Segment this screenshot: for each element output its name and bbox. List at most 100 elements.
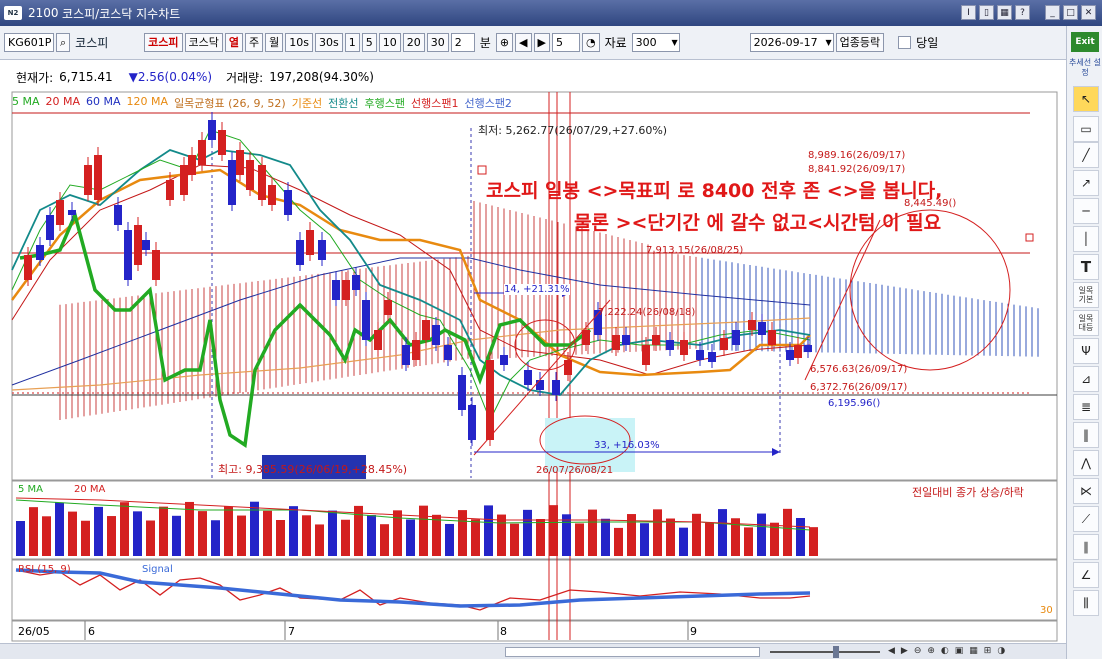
- annotation-line2[interactable]: 물론 ><단기간 에 갈수 없고<시간텀 이 필요: [574, 208, 941, 235]
- drawing-toolbar: Exit 추세선 설정 ↖ ▭ ╱ ↗ ─ │ T 일목 기본 일목 대등 Ψ …: [1066, 26, 1102, 659]
- fibonacci-retracement-icon[interactable]: ≣: [1073, 394, 1099, 420]
- horizontal-scrollbar[interactable]: [505, 647, 760, 657]
- period-week[interactable]: 주: [245, 33, 264, 52]
- period-10[interactable]: 10: [378, 33, 401, 52]
- rsi-legend: RSI (15, 9): [18, 564, 71, 575]
- eraser-icon[interactable]: ▭: [1073, 116, 1099, 142]
- legend-chikou[interactable]: 후행스팬: [364, 95, 404, 111]
- ilmok-equal-icon[interactable]: 일목 대등: [1073, 310, 1099, 336]
- period-30s[interactable]: 30s: [315, 33, 343, 52]
- low-label: 최저: 5,262.77(26/07/29,+27.60%): [478, 124, 668, 137]
- annotation-line1[interactable]: 코스피 일봉 <>목표피 로 8400 전후 존 <>을 봅니다,: [486, 176, 942, 203]
- text-icon[interactable]: T: [1073, 254, 1099, 280]
- period-5[interactable]: 5: [361, 33, 377, 52]
- price-label-1: 8,989.16(26/09/17): [808, 150, 906, 161]
- period-unit: 분: [479, 36, 491, 50]
- date-select[interactable]: 2026-09-17: [749, 33, 834, 52]
- rsi-level: 30: [1040, 605, 1053, 616]
- data-count-select[interactable]: 300: [631, 33, 680, 52]
- index-name: 코스피: [75, 36, 109, 50]
- next-icon[interactable]: ▶: [533, 33, 550, 52]
- price-label-2: 8,841.92(26/09/17): [808, 164, 906, 175]
- legend-ma5[interactable]: 5 MA: [12, 95, 40, 111]
- gann-grid-icon[interactable]: ⋉: [1073, 478, 1099, 504]
- fibonacci-fan-icon[interactable]: ⊿: [1073, 366, 1099, 392]
- app-logo: N2: [4, 6, 22, 20]
- stock-chart[interactable]: [0, 60, 1066, 643]
- extended-line-icon[interactable]: ↗: [1073, 170, 1099, 196]
- volume-legend-20: 20 MA: [74, 484, 106, 495]
- kosdaq-button[interactable]: 코스닥: [184, 33, 223, 52]
- price-label-3: 8,445.49(): [904, 198, 957, 209]
- step-input[interactable]: 5: [551, 33, 580, 52]
- horizontal-line-icon[interactable]: ─: [1073, 198, 1099, 224]
- toolbar: KG601P ⌕ 코스피 코스피 코스닥 열 주 월 10s 30s 1 5 1…: [0, 26, 1066, 60]
- xaxis-label-0: 26/05: [18, 625, 50, 638]
- volume-legend-5: 5 MA: [18, 484, 44, 495]
- bottom-buttons[interactable]: ◀▶⊖⊕◐▣▦⊞◑: [888, 646, 1011, 656]
- period-input[interactable]: 2: [450, 33, 475, 52]
- chart-icon[interactable]: ▯: [979, 5, 994, 20]
- kospi-button[interactable]: 코스피: [144, 33, 183, 52]
- data-label: 자료: [604, 36, 627, 50]
- xaxis-label-2: 7: [288, 625, 295, 638]
- period-month[interactable]: 월: [265, 33, 284, 52]
- period-30[interactable]: 30: [426, 33, 449, 52]
- help-icon[interactable]: ?: [1015, 5, 1030, 20]
- price-label-6: 6,576.63(26/09/17): [810, 364, 908, 375]
- pointer-icon[interactable]: ↖: [1073, 86, 1099, 112]
- maximize-button[interactable]: □: [1063, 5, 1078, 20]
- today-label: 당일: [916, 36, 939, 50]
- price-label-7: 6,372.76(26/09/17): [810, 382, 908, 393]
- xaxis-label-3: 8: [500, 625, 507, 638]
- time-zone-icon[interactable]: ‖: [1073, 422, 1099, 448]
- close-button[interactable]: ✕: [1081, 5, 1096, 20]
- link-icon[interactable]: Ⅰ: [961, 5, 976, 20]
- ilmok-basic-icon[interactable]: 일목 기본: [1073, 282, 1099, 308]
- clock-icon[interactable]: ◔: [581, 33, 600, 52]
- vertical-line-icon[interactable]: │: [1073, 226, 1099, 252]
- cycle-icon[interactable]: ⫼: [1073, 590, 1099, 616]
- legend-kijun[interactable]: 기준선: [292, 95, 322, 111]
- legend-tenkan[interactable]: 전환선: [328, 95, 358, 111]
- trend-setting[interactable]: 추세선 설정: [1069, 58, 1101, 78]
- period-20[interactable]: 20: [402, 33, 425, 52]
- legend-span1[interactable]: 선행스팬1: [411, 95, 458, 111]
- trendline-icon[interactable]: ╱: [1073, 142, 1099, 168]
- minimize-button[interactable]: _: [1045, 5, 1060, 20]
- date-label: 26/07/26/08/21: [536, 465, 614, 476]
- sector-button[interactable]: 업종등락: [835, 33, 885, 52]
- code-input[interactable]: KG601P: [4, 33, 54, 52]
- price-label-4: 7,913.15(26/08/25): [646, 245, 744, 256]
- window-buttons: Ⅰ ▯ ▦ ? _ □ ✕: [961, 5, 1096, 20]
- parallel-line-icon[interactable]: ∥: [1073, 534, 1099, 560]
- prev-icon[interactable]: ◀: [515, 33, 532, 52]
- gann-fan-icon[interactable]: ⋀: [1073, 450, 1099, 476]
- exit-button[interactable]: Exit: [1071, 32, 1099, 52]
- angle-icon[interactable]: ∠: [1073, 562, 1099, 588]
- xaxis-label-1: 6: [88, 625, 95, 638]
- range-label-1: 14, +21.31%: [504, 284, 570, 295]
- volume-right-label: 전일대비 종가 상승/하락: [912, 486, 1024, 499]
- zoom-icon[interactable]: ⊕: [495, 33, 514, 52]
- legend-ma20[interactable]: 20 MA: [46, 95, 81, 111]
- legend-ichimoku[interactable]: 일목균형표 (26, 9, 52): [174, 95, 286, 111]
- price-label-8: 6,195.96(): [828, 398, 881, 409]
- legend-ma120[interactable]: 120 MA: [127, 95, 169, 111]
- settings-icon[interactable]: ▦: [997, 5, 1012, 20]
- zoom-slider[interactable]: [770, 651, 880, 653]
- legend-ma60[interactable]: 60 MA: [86, 95, 121, 111]
- today-checkbox[interactable]: [898, 36, 912, 49]
- window-title: 코스피/코스닥 지수차트: [62, 6, 181, 21]
- fan-icon[interactable]: Ψ: [1073, 338, 1099, 364]
- legend-span2[interactable]: 선행스팬2: [464, 95, 511, 111]
- speed-line-icon[interactable]: ⟋: [1073, 506, 1099, 532]
- bottom-bar: ◀▶⊖⊕◐▣▦⊞◑: [0, 643, 1066, 659]
- period-day[interactable]: 열: [224, 33, 244, 52]
- zoom-slider-thumb[interactable]: [833, 646, 839, 658]
- period-1[interactable]: 1: [344, 33, 360, 52]
- indicator-legend: 5 MA 20 MA 60 MA 120 MA 일목균형표 (26, 9, 52…: [12, 95, 512, 111]
- period-10s[interactable]: 10s: [285, 33, 314, 52]
- search-icon[interactable]: ⌕: [56, 33, 71, 52]
- high-label: 최고: 9,385.59(26/06/19,+28.45%): [218, 463, 408, 476]
